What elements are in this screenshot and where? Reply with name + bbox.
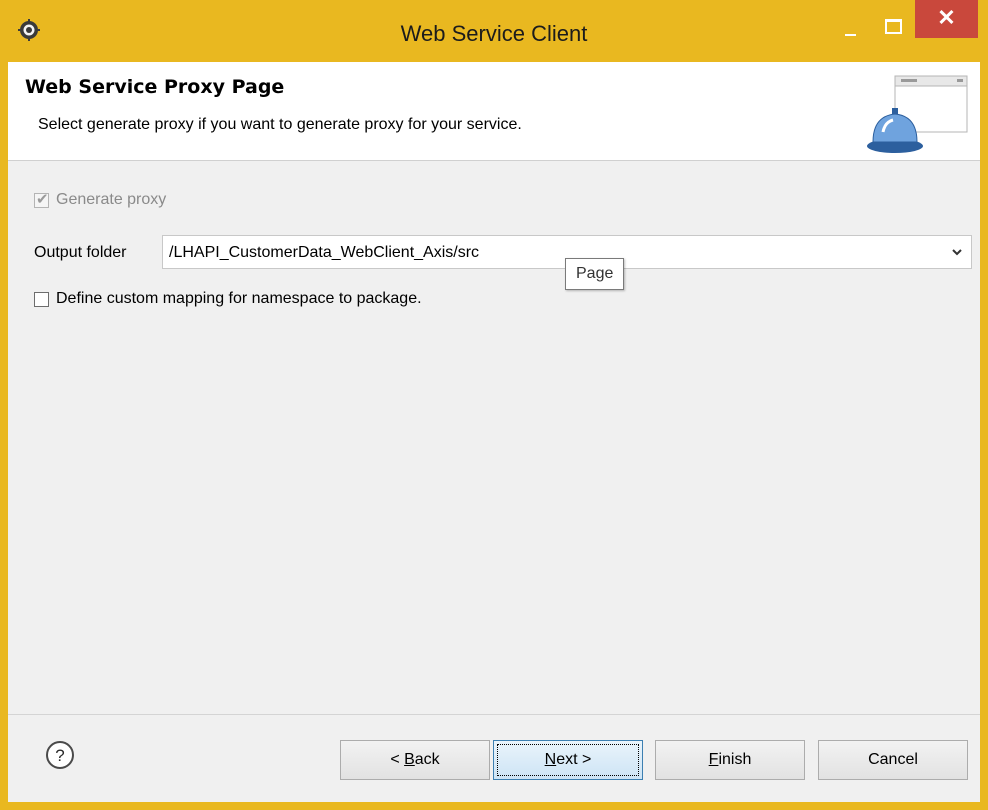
finish-button[interactable]: Finish <box>655 740 805 780</box>
service-bell-window-icon <box>867 75 968 153</box>
dialog-client-area: Web Service Proxy Page Select generate p… <box>8 62 980 802</box>
close-icon: ✕ <box>937 5 956 30</box>
close-button[interactable]: ✕ <box>915 0 978 38</box>
custom-mapping-checkbox[interactable] <box>34 292 49 307</box>
next-button-suffix: ext > <box>556 751 592 768</box>
next-button-mnemonic: N <box>544 751 557 768</box>
output-folder-label: Output folder <box>34 244 127 261</box>
custom-mapping-label: Define custom mapping for namespace to p… <box>56 290 422 307</box>
back-button-mnemonic: B <box>404 751 415 768</box>
checkmark-icon: ✔ <box>36 191 49 208</box>
finish-button-mnemonic: F <box>708 751 719 768</box>
back-button-suffix: ack <box>414 751 440 768</box>
maximize-button[interactable] <box>872 16 912 40</box>
finish-button-suffix: inish <box>718 751 752 768</box>
question-circle-icon[interactable]: ? <box>45 740 75 770</box>
chevron-down-icon <box>952 249 962 256</box>
tooltip: Page <box>565 258 625 290</box>
cancel-button-label: Cancel <box>868 751 918 768</box>
generate-proxy-checkbox[interactable]: ✔ <box>34 191 49 208</box>
minimize-button[interactable] <box>830 16 870 40</box>
svg-text:?: ? <box>55 746 64 765</box>
page-title: Web Service Proxy Page <box>25 76 285 98</box>
minimize-icon <box>845 34 856 36</box>
web-service-client-dialog: Web Service Client ✕ Web Service Proxy P… <box>0 0 988 810</box>
back-button-prefix: < <box>390 751 405 768</box>
output-folder-value: /LHAPI_CustomerData_WebClient_Axis/src <box>169 244 480 261</box>
back-button[interactable]: < Back <box>340 740 490 780</box>
page-description: Select generate proxy if you want to gen… <box>38 116 522 133</box>
maximize-icon <box>885 19 902 34</box>
title-bar[interactable]: Web Service Client ✕ <box>0 0 988 62</box>
next-button[interactable]: Next > <box>493 740 643 780</box>
footer-divider <box>8 714 980 715</box>
cancel-button[interactable]: Cancel <box>818 740 968 780</box>
wizard-header: Web Service Proxy Page Select generate p… <box>8 62 980 161</box>
generate-proxy-label: Generate proxy <box>56 191 167 208</box>
